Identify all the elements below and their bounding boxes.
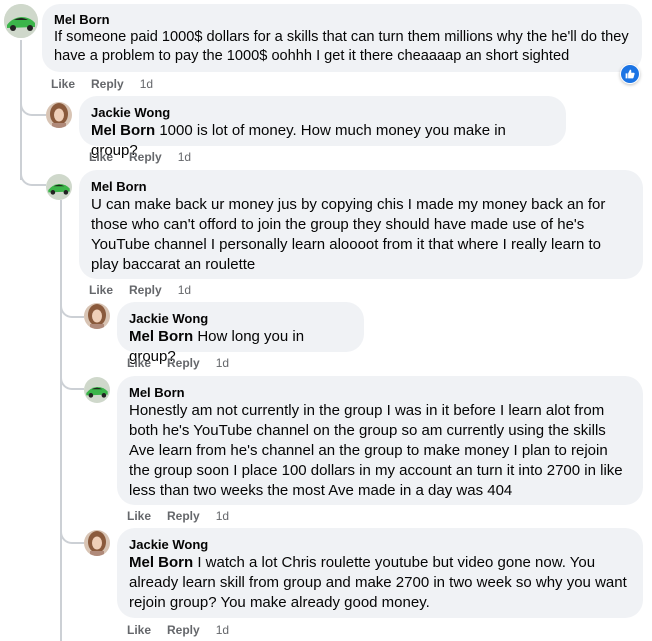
mention-link[interactable]: Mel Born bbox=[129, 328, 193, 345]
woman-photo-avatar-icon bbox=[46, 102, 72, 128]
avatar[interactable] bbox=[4, 4, 38, 38]
woman-photo-avatar-icon bbox=[84, 530, 110, 556]
like-icon bbox=[621, 65, 639, 83]
comment-timestamp[interactable]: 1d bbox=[178, 282, 191, 298]
comment-bubble: Jackie Wong Mel Born How long you in gro… bbox=[117, 302, 364, 365]
thread-connector bbox=[20, 164, 46, 186]
like-button[interactable]: Like bbox=[127, 622, 151, 638]
reply-button[interactable]: Reply bbox=[167, 508, 200, 524]
avatar[interactable] bbox=[84, 377, 110, 403]
avatar[interactable] bbox=[46, 102, 72, 128]
thread-connector bbox=[60, 296, 84, 318]
like-button[interactable]: Like bbox=[127, 355, 151, 371]
comment-author[interactable]: Jackie Wong bbox=[129, 310, 352, 327]
woman-photo-avatar-icon bbox=[84, 303, 110, 329]
thread-connector bbox=[60, 522, 84, 544]
comment-timestamp[interactable]: 1d bbox=[178, 149, 191, 165]
comment-timestamp[interactable]: 1d bbox=[140, 76, 153, 92]
comment-author[interactable]: Jackie Wong bbox=[129, 536, 631, 553]
reply-button[interactable]: Reply bbox=[167, 622, 200, 638]
thread-connector bbox=[20, 96, 46, 116]
comment-actions: Like Reply 1d bbox=[127, 355, 229, 371]
like-button[interactable]: Like bbox=[127, 508, 151, 524]
comment-text: If someone paid 1000$ dollars for a skil… bbox=[54, 29, 629, 64]
thread-connector bbox=[60, 368, 84, 390]
reply-button[interactable]: Reply bbox=[91, 76, 124, 92]
comment-bubble: Jackie Wong Mel Born 1000 is lot of mone… bbox=[79, 96, 566, 159]
mention-link[interactable]: Mel Born bbox=[129, 554, 193, 571]
avatar[interactable] bbox=[84, 530, 110, 556]
like-button[interactable]: Like bbox=[89, 282, 113, 298]
like-button[interactable]: Like bbox=[51, 76, 75, 92]
comment-thread: Mel Born If someone paid 1000$ dollars f… bbox=[0, 0, 652, 641]
green-car-avatar-icon bbox=[84, 377, 110, 403]
comment-actions: Like Reply 1d bbox=[127, 508, 229, 524]
reply-button[interactable]: Reply bbox=[167, 355, 200, 371]
green-car-avatar-icon bbox=[46, 174, 72, 200]
comment-actions: Like Reply 1d bbox=[127, 622, 229, 638]
reply-button[interactable]: Reply bbox=[129, 149, 162, 165]
comment-bubble: Mel Born Honestly am not currently in th… bbox=[117, 376, 643, 505]
comment-bubble: Mel Born U can make back ur money jus by… bbox=[79, 170, 643, 279]
comment-author[interactable]: Mel Born bbox=[54, 11, 630, 28]
comment-timestamp[interactable]: 1d bbox=[216, 622, 229, 638]
reaction-badge[interactable] bbox=[620, 64, 640, 84]
comment-bubble: Jackie Wong Mel Born I watch a lot Chris… bbox=[117, 528, 643, 618]
comment-text: Mel Born I watch a lot Chris roulette yo… bbox=[129, 553, 631, 613]
comment-body: I watch a lot Chris roulette youtube but… bbox=[129, 554, 627, 611]
thread-line bbox=[60, 200, 62, 641]
reply-button[interactable]: Reply bbox=[129, 282, 162, 298]
comment-timestamp[interactable]: 1d bbox=[216, 355, 229, 371]
avatar[interactable] bbox=[46, 174, 72, 200]
avatar[interactable] bbox=[84, 303, 110, 329]
comment-timestamp[interactable]: 1d bbox=[216, 508, 229, 524]
comment-actions: Like Reply 1d bbox=[89, 282, 191, 298]
comment-actions: Like Reply 1d bbox=[89, 149, 191, 165]
comment-text: U can make back ur money jus by copying … bbox=[91, 196, 606, 273]
comment-author[interactable]: Jackie Wong bbox=[91, 104, 554, 121]
comment-author[interactable]: Mel Born bbox=[129, 384, 631, 401]
comment-text: Honestly am not currently in the group I… bbox=[129, 402, 623, 499]
mention-link[interactable]: Mel Born bbox=[91, 122, 155, 139]
comment-actions: Like Reply 1d bbox=[51, 76, 153, 92]
like-button[interactable]: Like bbox=[89, 149, 113, 165]
comment-bubble: Mel Born If someone paid 1000$ dollars f… bbox=[42, 4, 642, 72]
green-car-avatar-icon bbox=[4, 4, 38, 38]
comment-author[interactable]: Mel Born bbox=[91, 178, 631, 195]
